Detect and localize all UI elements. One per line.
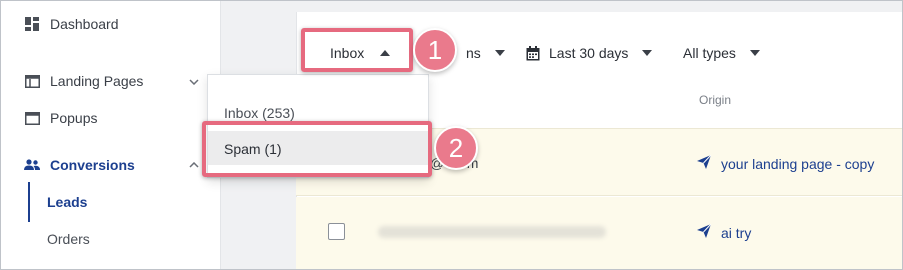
caret-down-icon [494,50,505,56]
active-indicator [28,182,30,222]
dropdown-item-inbox[interactable]: Inbox (253) [224,105,295,121]
sidebar-item-landing-pages[interactable]: Landing Pages [24,70,143,92]
grid-icon [24,16,40,32]
origin-label: your landing page - copy [721,155,875,172]
row-origin[interactable]: ai try [697,223,752,241]
origin-label: ai try [721,224,752,241]
sidebar-item-label: Landing Pages [50,73,144,89]
step-badge-2: 2 [434,126,478,170]
date-filter-label: Last 30 days [549,45,629,61]
layout-icon [24,73,40,89]
sidebar-subitem-orders[interactable]: Orders [47,231,90,247]
sidebar-item-label: Dashboard [50,16,119,32]
forms-filter-select[interactable]: ns [466,44,505,62]
sidebar-item-conversions[interactable]: Conversions [24,154,135,176]
users-icon [24,157,40,173]
send-icon [697,223,712,241]
row-checkbox[interactable] [328,223,345,240]
sidebar-item-dashboard[interactable]: Dashboard [24,13,119,35]
type-filter-label: All types [683,45,736,61]
type-filter-select[interactable]: All types [683,44,760,62]
chevron-up-icon[interactable] [188,159,200,171]
sidebar: Dashboard Landing Pages Popups Conversio… [0,0,221,270]
column-header-origin[interactable]: Origin [699,93,731,107]
window-icon [24,110,40,126]
send-icon [697,154,712,172]
chevron-down-icon[interactable] [188,76,200,88]
sidebar-item-popups[interactable]: Popups [24,107,97,129]
sidebar-item-label: Popups [50,110,98,126]
sidebar-item-label: Conversions [50,157,135,173]
caret-down-icon [749,50,760,56]
row-origin[interactable]: your landing page - copy [697,154,875,172]
date-filter-select[interactable]: Last 30 days [526,44,653,62]
caret-down-icon [642,50,653,56]
forms-filter-label: ns [466,45,481,61]
step-badge-1: 1 [413,28,457,72]
callout-highlight-inbox [301,28,413,72]
callout-highlight-spam [202,121,432,177]
redacted-email [378,226,606,238]
calendar-icon [526,45,540,61]
sidebar-subitem-leads[interactable]: Leads [47,194,87,210]
